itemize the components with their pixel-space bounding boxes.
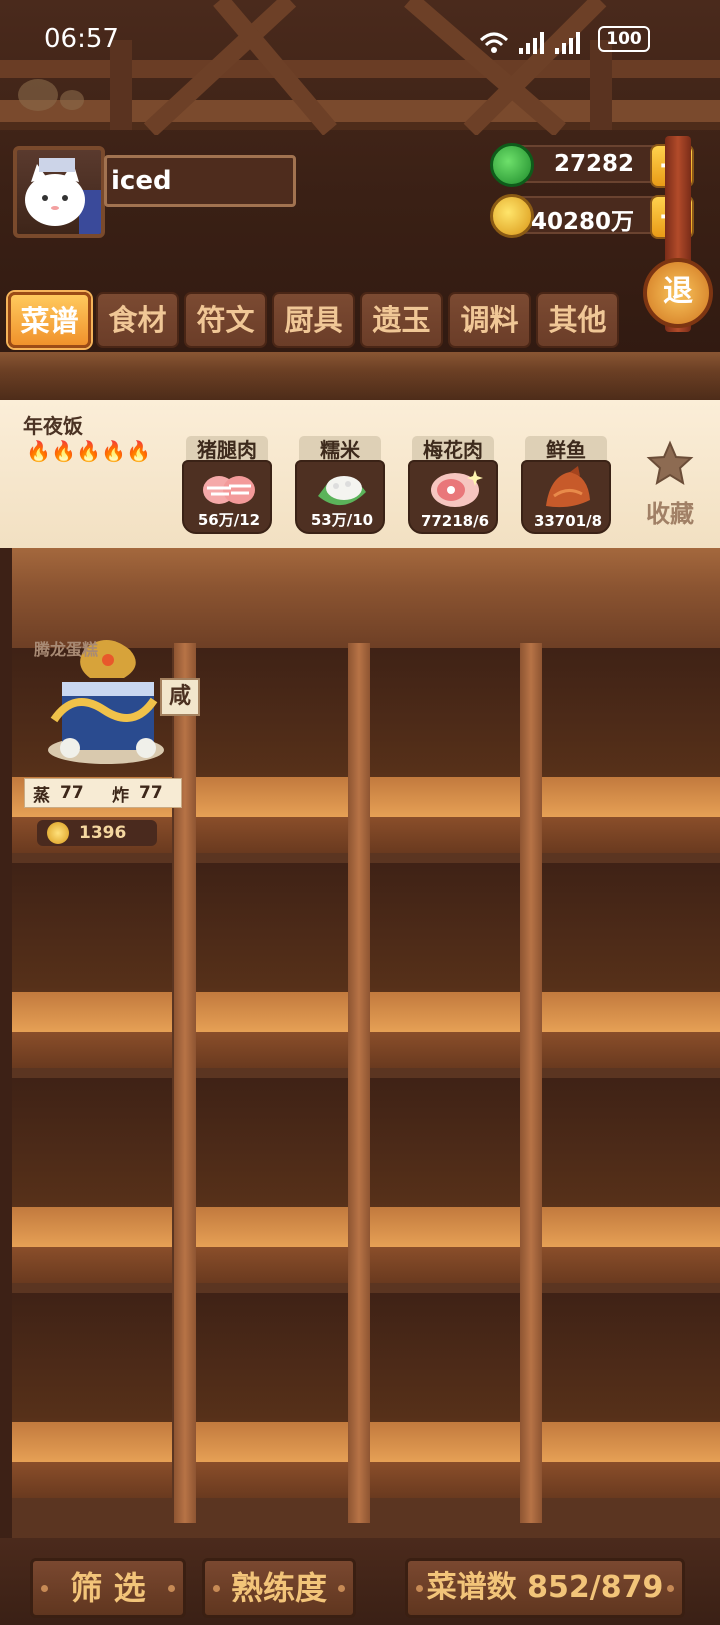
ingredient-box: 56万/12 (182, 460, 272, 534)
recipe-name: 腾龙蛋糕 (34, 640, 99, 659)
exit-button[interactable]: 退 (643, 258, 713, 328)
coin-icon (47, 822, 69, 844)
shelf-post (348, 643, 370, 1523)
shelf-beam (0, 352, 720, 400)
coin-currency: 40280万 + (490, 194, 694, 239)
signal-icon (519, 32, 544, 54)
jade-currency: 27282 + (490, 143, 694, 188)
player-avatar[interactable] (13, 146, 105, 238)
dish-name: 年夜饭 (23, 414, 83, 438)
flame-icon: 🔥 (101, 439, 126, 463)
nail-icon (41, 1585, 48, 1592)
shelf-slot[interactable] (12, 863, 172, 1068)
ingredient-box: 33701/8 (521, 460, 611, 534)
coin-value: 40280万 (530, 209, 634, 235)
shelf-slot[interactable] (368, 648, 528, 853)
ingredient-pork-leg[interactable]: 猪腿肉 56万/12 (182, 434, 272, 534)
dish-rating: 🔥 🔥 🔥 🔥 🔥 (26, 439, 151, 463)
jade-icon (490, 143, 534, 187)
signal-icon-2 (555, 32, 580, 54)
nail-icon (338, 1585, 345, 1592)
shelf-slot[interactable] (195, 648, 355, 853)
tab-runes[interactable]: 符文 (184, 292, 267, 348)
shelf-slot[interactable] (541, 1293, 720, 1498)
flame-icon: 🔥 (51, 439, 76, 463)
tab-others[interactable]: 其他 (536, 292, 619, 348)
nail-icon (213, 1585, 220, 1592)
coin-icon (490, 194, 534, 238)
rice-icon (318, 476, 366, 506)
recipe-price: 1396 (37, 820, 157, 846)
ingredient-count: 56万/12 (197, 511, 261, 529)
cat-avatar-icon (25, 158, 101, 234)
shelf-slot[interactable] (541, 648, 720, 853)
jade-value: 27282 (553, 151, 634, 177)
pork-leg-icon (203, 476, 255, 504)
ingredient-rice[interactable]: 糯米 53万/10 (295, 434, 385, 534)
wifi-icon (479, 32, 509, 53)
shelf-slot[interactable] (12, 1078, 172, 1283)
filter-label: 筛 选 (70, 1569, 146, 1607)
nail-icon (168, 1585, 175, 1592)
ingredient-pork-shoulder[interactable]: 梅花肉 77218/6 (408, 434, 498, 534)
shelf-slot[interactable] (368, 1293, 528, 1498)
shelf-slot[interactable] (195, 1293, 355, 1498)
recipe-count: 菜谱数 852/879 (405, 1558, 685, 1618)
battery-icon: 100 (598, 26, 650, 52)
ingredient-box: 53万/10 (295, 460, 385, 534)
shelf-slot[interactable] (541, 1078, 720, 1283)
skill2-label: 炸 (112, 785, 129, 806)
skill1-value: 77 (60, 783, 84, 803)
shelf-slot[interactable] (368, 1078, 528, 1283)
shelf-slot[interactable] (368, 863, 528, 1068)
fish-icon (546, 466, 590, 508)
status-bar: 06:57 100 (0, 22, 720, 62)
price-value: 1396 (79, 823, 127, 843)
recipe-count-label: 菜谱数 852/879 (426, 1570, 664, 1605)
skill2-value: 77 (139, 783, 163, 803)
status-time: 06:57 (44, 24, 119, 54)
status-icons (479, 30, 585, 54)
tab-seasonings[interactable]: 调料 (448, 292, 531, 348)
ingredient-box: 77218/6 (408, 460, 498, 534)
pork-shoulder-icon (431, 470, 483, 507)
shelf-post (520, 643, 542, 1523)
player-name: iced (104, 155, 296, 207)
flame-icon: 🔥 (76, 439, 101, 463)
ingredient-count: 77218/6 (420, 512, 490, 530)
recipe-card[interactable]: 腾龙蛋糕 咸 蒸 77 炸 77 1396 (20, 636, 200, 846)
recipe-flavor: 咸 (160, 678, 200, 716)
star-icon (646, 440, 694, 486)
tab-recipes[interactable]: 菜谱 (8, 292, 91, 348)
tab-relics[interactable]: 遗玉 (360, 292, 443, 348)
ingredient-count: 33701/8 (533, 512, 603, 530)
nail-icon (667, 1585, 674, 1592)
skill1-label: 蒸 (33, 785, 50, 806)
flame-icon: 🔥 (126, 439, 151, 463)
nail-icon (416, 1585, 423, 1592)
header-area: 06:57 100 iced 27282 + 40280万 + 退 (0, 0, 720, 360)
tab-ingredients[interactable]: 食材 (96, 292, 179, 348)
wooden-rafters (0, 0, 720, 135)
category-tabs: 菜谱 食材 符文 厨具 遗玉 调料 其他 (8, 292, 619, 348)
favorite-label: 收藏 (646, 500, 694, 528)
recipe-skills: 蒸 77 炸 77 (24, 778, 182, 808)
mastery-label: 熟练度 (230, 1569, 327, 1607)
filter-button[interactable]: 筛 选 (30, 1558, 186, 1618)
ingredient-fish[interactable]: 鲜鱼 33701/8 (521, 434, 611, 534)
mastery-button[interactable]: 熟练度 (202, 1558, 356, 1618)
shelf-slot[interactable] (195, 863, 355, 1068)
favorite-button[interactable]: 收藏 (640, 440, 700, 530)
shelf-slot[interactable] (541, 863, 720, 1068)
shelf-slot[interactable] (195, 1078, 355, 1283)
tab-utensils[interactable]: 厨具 (272, 292, 355, 348)
ingredient-count: 53万/10 (310, 511, 374, 529)
shelf-slot[interactable] (12, 1293, 172, 1498)
flame-icon: 🔥 (26, 439, 51, 463)
